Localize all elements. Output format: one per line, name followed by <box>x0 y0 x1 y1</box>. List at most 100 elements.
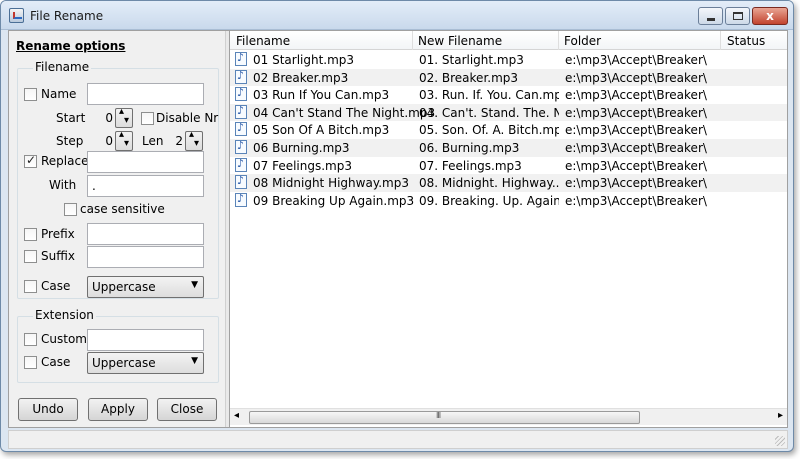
dropdown-arrow-icon: ▼ <box>191 280 198 290</box>
replace-input[interactable] <box>87 151 204 173</box>
replace-label: Replace <box>41 154 89 168</box>
len-label: Len <box>142 134 164 148</box>
column-header-status[interactable]: Status <box>727 34 765 48</box>
extension-case-select[interactable]: Uppercase ▼ <box>87 352 204 374</box>
row-folder: e:\mp3\Accept\Breaker\ <box>565 105 707 120</box>
scroll-left-icon[interactable]: ◂ <box>234 410 239 421</box>
rename-app-icon <box>9 8 24 23</box>
filename-group-label: Filename <box>33 60 92 74</box>
table-row[interactable]: 02 Breaker.mp3 02. Breaker.mp3 e:\mp3\Ac… <box>230 68 787 87</box>
row-filename: 09 Breaking Up Again.mp3 <box>253 193 415 208</box>
audio-file-icon <box>235 121 247 137</box>
maximize-button[interactable] <box>725 7 750 25</box>
extension-group-label: Extension <box>33 308 96 322</box>
name-input[interactable] <box>87 83 204 105</box>
prefix-label: Prefix <box>41 227 75 241</box>
file-rows: 01 Starlight.mp3 01. Starlight.mp3 e:\mp… <box>230 51 787 209</box>
step-spin-arrows-icon[interactable] <box>115 129 133 151</box>
status-bar <box>8 430 788 449</box>
disable-nr-checkbox[interactable] <box>141 112 154 125</box>
row-filename: 07 Feelings.mp3 <box>253 158 352 173</box>
len-spinner[interactable]: 2 <box>167 129 203 151</box>
table-row[interactable]: 01 Starlight.mp3 01. Starlight.mp3 e:\mp… <box>230 51 787 69</box>
name-label: Name <box>41 87 77 101</box>
apply-button[interactable]: Apply <box>88 398 148 421</box>
table-row[interactable]: 04 Can't Stand The Night.mp3 04. Can't. … <box>230 103 787 122</box>
row-folder: e:\mp3\Accept\Breaker\ <box>565 140 707 155</box>
start-spin-arrows-icon[interactable] <box>115 106 133 128</box>
audio-file-icon <box>235 174 247 190</box>
file-rename-window: File Rename x Rename options Filename Na… <box>0 0 794 452</box>
row-filename: 04 Can't Stand The Night.mp3 <box>253 105 436 120</box>
row-new-filename: 04. Can't. Stand. The. Ni... <box>419 105 559 120</box>
with-label: With <box>49 178 77 192</box>
custom-extension-input[interactable] <box>87 329 204 351</box>
title-bar[interactable]: File Rename x <box>1 1 793 30</box>
column-divider[interactable] <box>558 31 559 50</box>
scroll-right-icon[interactable]: ▸ <box>778 410 783 421</box>
suffix-input[interactable] <box>87 246 204 268</box>
case-sensitive-checkbox[interactable] <box>64 203 77 216</box>
audio-file-icon <box>235 139 247 154</box>
row-folder: e:\mp3\Accept\Breaker\ <box>565 70 707 85</box>
row-new-filename: 09. Breaking. Up. Again.... <box>419 193 559 208</box>
case-sensitive-label: case sensitive <box>80 202 165 216</box>
disable-nr-label: Disable Nr <box>156 111 219 125</box>
column-divider[interactable] <box>720 31 721 50</box>
row-new-filename: 08. Midnight. Highway.... <box>419 176 559 191</box>
row-filename: 01 Starlight.mp3 <box>253 53 355 67</box>
row-folder: e:\mp3\Accept\Breaker\ <box>565 53 707 67</box>
prefix-checkbox[interactable] <box>24 228 37 241</box>
rename-options-heading: Rename options <box>16 39 126 53</box>
column-divider[interactable] <box>412 31 413 50</box>
table-row[interactable]: 08 Midnight Highway.mp3 08. Midnight. Hi… <box>230 174 787 192</box>
table-row[interactable]: 06 Burning.mp3 06. Burning.mp3 e:\mp3\Ac… <box>230 138 787 157</box>
audio-file-icon <box>235 157 247 172</box>
maximize-icon <box>733 12 743 20</box>
suffix-label: Suffix <box>41 249 75 263</box>
column-header-filename[interactable]: Filename <box>236 34 290 48</box>
table-row[interactable]: 05 Son Of A Bitch.mp3 05. Son. Of. A. Bi… <box>230 121 787 139</box>
len-spin-arrows-icon[interactable] <box>185 129 203 151</box>
table-row[interactable]: 09 Breaking Up Again.mp3 09. Breaking. U… <box>230 192 787 210</box>
row-folder: e:\mp3\Accept\Breaker\ <box>565 193 707 208</box>
horizontal-scrollbar[interactable]: ◂ ▸ <box>230 408 787 425</box>
row-new-filename: 07. Feelings.mp3 <box>419 158 522 173</box>
step-value: 0 <box>105 134 113 148</box>
audio-file-icon <box>235 86 247 102</box>
with-input[interactable]: . <box>87 175 204 197</box>
case-select[interactable]: Uppercase ▼ <box>87 276 204 298</box>
row-new-filename: 03. Run. If. You. Can.mp3 <box>419 88 559 103</box>
row-folder: e:\mp3\Accept\Breaker\ <box>565 88 707 103</box>
row-filename: 06 Burning.mp3 <box>253 140 350 155</box>
replace-checkbox[interactable] <box>24 153 37 168</box>
close-button[interactable]: Close <box>157 398 217 421</box>
row-new-filename: 06. Burning.mp3 <box>419 140 520 155</box>
case-checkbox[interactable] <box>24 280 37 293</box>
column-header-new-filename[interactable]: New Filename <box>418 34 502 48</box>
extension-case-select-value: Uppercase <box>92 356 156 370</box>
row-filename: 02 Breaker.mp3 <box>253 70 349 85</box>
table-row[interactable]: 07 Feelings.mp3 07. Feelings.mp3 e:\mp3\… <box>230 157 787 175</box>
dropdown-arrow-icon: ▼ <box>191 356 198 366</box>
prefix-input[interactable] <box>87 223 204 245</box>
resize-grip-icon[interactable] <box>775 436 785 446</box>
suffix-checkbox[interactable] <box>24 250 37 263</box>
close-window-button[interactable]: x <box>752 7 788 25</box>
extension-case-label: Case <box>41 355 71 369</box>
extension-case-checkbox[interactable] <box>24 356 37 369</box>
file-list[interactable]: Filename New Filename Folder Status 01 S… <box>229 31 787 427</box>
undo-button[interactable]: Undo <box>18 398 78 421</box>
custom-extension-checkbox[interactable] <box>24 333 37 346</box>
minimize-icon <box>707 18 715 21</box>
minimize-button[interactable] <box>698 7 723 25</box>
table-row[interactable]: 03 Run If You Can.mp3 03. Run. If. You. … <box>230 86 787 104</box>
scrollbar-thumb[interactable] <box>249 411 640 424</box>
audio-file-icon <box>235 69 247 84</box>
row-filename: 08 Midnight Highway.mp3 <box>253 176 409 191</box>
start-spinner[interactable]: 0 <box>87 106 133 128</box>
column-header-folder[interactable]: Folder <box>564 34 601 48</box>
step-spinner[interactable]: 0 <box>87 129 133 151</box>
row-folder: e:\mp3\Accept\Breaker\ <box>565 123 707 138</box>
name-checkbox[interactable] <box>24 88 37 101</box>
